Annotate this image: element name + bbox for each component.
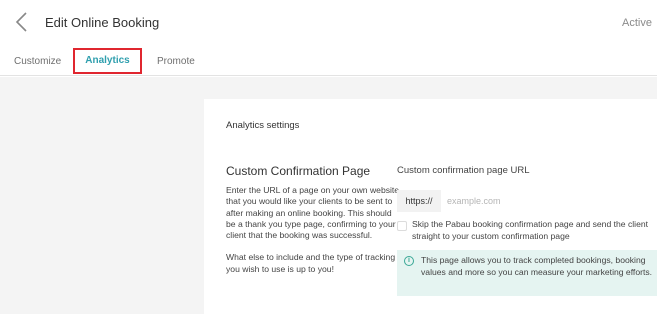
analytics-panel: Analytics settings Custom Confirmation P… (204, 99, 657, 314)
info-icon: i (404, 256, 414, 266)
tab-customize[interactable]: Customize (14, 56, 61, 67)
url-input[interactable] (441, 190, 657, 212)
section-heading: Analytics settings (226, 120, 300, 131)
url-label: Custom confirmation page URL (397, 165, 530, 176)
card-title: Custom Confirmation Page (226, 164, 371, 178)
url-prefix: https:// (397, 190, 441, 212)
status-text: Active (622, 17, 652, 29)
page-title: Edit Online Booking (45, 15, 160, 30)
tab-bar: Customize Analytics Promote (0, 44, 657, 76)
description: Enter the URL of a page on your own webs… (226, 185, 400, 286)
info-text: This page allows you to track completed … (421, 255, 653, 277)
skip-confirmation-checkbox[interactable] (397, 221, 407, 231)
tab-promote[interactable]: Promote (157, 56, 195, 67)
top-bar: Edit Online Booking Active (0, 0, 657, 44)
description-paragraph: Enter the URL of a page on your own webs… (226, 185, 400, 241)
info-box: i This page allows you to track complete… (397, 250, 657, 296)
skip-confirmation-label: Skip the Pabau booking confirmation page… (412, 219, 649, 241)
tab-analytics[interactable]: Analytics (73, 48, 142, 74)
chevron-left-icon[interactable] (12, 11, 32, 33)
description-paragraph: What else to include and the type of tra… (226, 252, 396, 274)
